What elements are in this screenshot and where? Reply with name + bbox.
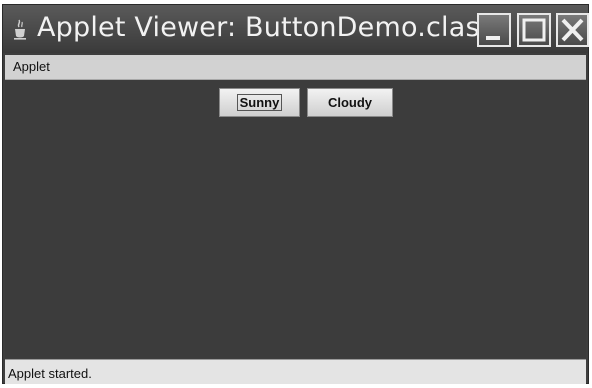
minimize-button[interactable]: [477, 13, 511, 47]
menu-applet[interactable]: Applet: [13, 59, 50, 74]
applet-viewer-window: Applet Viewer: ButtonDemo.class Applet S…: [2, 4, 589, 384]
sunny-button-label: Sunny: [236, 94, 283, 111]
close-button[interactable]: [556, 13, 589, 47]
close-icon: [561, 18, 584, 42]
title-bar[interactable]: Applet Viewer: ButtonDemo.class: [3, 5, 589, 53]
status-text: Applet started.: [8, 366, 92, 381]
minimize-icon: [486, 36, 500, 40]
sunny-button[interactable]: Sunny: [219, 88, 300, 117]
cloudy-button-label: Cloudy: [327, 95, 373, 110]
maximize-icon: [522, 18, 546, 42]
cloudy-button[interactable]: Cloudy: [307, 88, 393, 117]
maximize-button[interactable]: [517, 13, 551, 47]
menu-bar: Applet: [5, 55, 586, 80]
window-title: Applet Viewer: ButtonDemo.class: [37, 12, 495, 43]
java-cup-icon[interactable]: [13, 19, 27, 41]
applet-content-area: Sunny Cloudy: [5, 80, 586, 358]
status-bar: Applet started.: [5, 359, 586, 384]
